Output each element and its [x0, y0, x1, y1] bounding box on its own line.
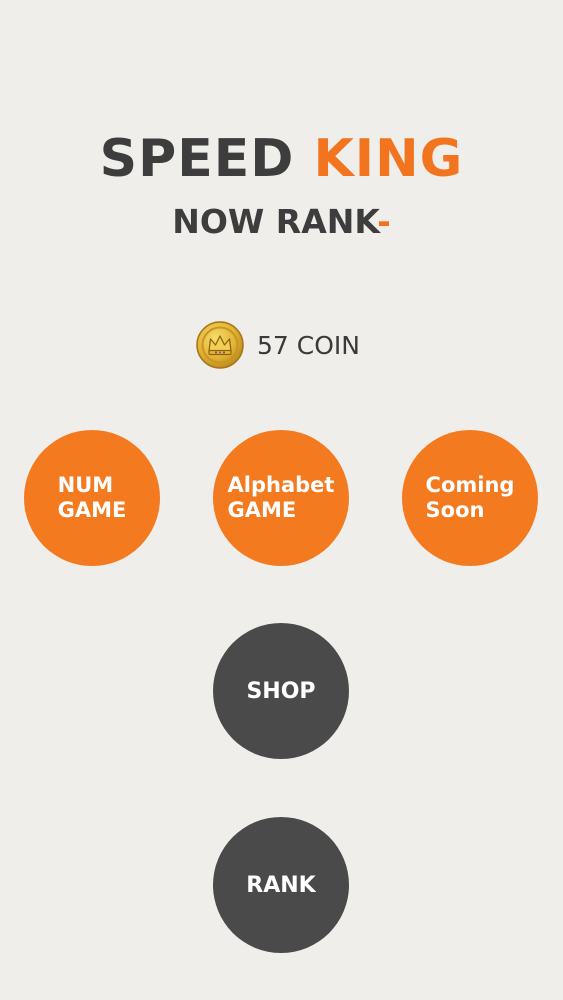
coin-count: 57 COIN [257, 330, 360, 360]
crown-coin-icon [196, 321, 244, 369]
coming-soon-label: Coming Soon [426, 473, 515, 523]
alphabet-game-label-line1: Alphabet [227, 473, 335, 497]
coming-soon-button[interactable]: Coming Soon [402, 430, 538, 566]
coming-soon-label-line1: Coming [425, 473, 515, 497]
num-game-label-line1: NUM [57, 473, 114, 497]
rank-status: NOW RANK- [0, 198, 563, 246]
alphabet-game-label: Alphabet GAME [228, 473, 335, 523]
shop-label: SHOP [246, 678, 316, 704]
coin-balance: 57 COIN [196, 320, 360, 370]
num-game-button[interactable]: NUM GAME [24, 430, 160, 566]
rank-button[interactable]: RANK [213, 817, 349, 953]
num-game-label-line2: GAME [57, 498, 127, 522]
num-game-label: NUM GAME [58, 473, 127, 523]
rank-status-value: - [377, 202, 391, 241]
shop-button[interactable]: SHOP [213, 623, 349, 759]
game-title: SPEED KING [0, 124, 563, 194]
coming-soon-label-line2: Soon [425, 498, 485, 522]
rank-status-label: NOW RANK [172, 202, 378, 241]
rank-label: RANK [246, 872, 316, 898]
title-word-speed: SPEED [99, 129, 295, 189]
alphabet-game-button[interactable]: Alphabet GAME [213, 430, 349, 566]
alphabet-game-label-line2: GAME [227, 498, 297, 522]
title-word-king: KING [313, 129, 464, 189]
